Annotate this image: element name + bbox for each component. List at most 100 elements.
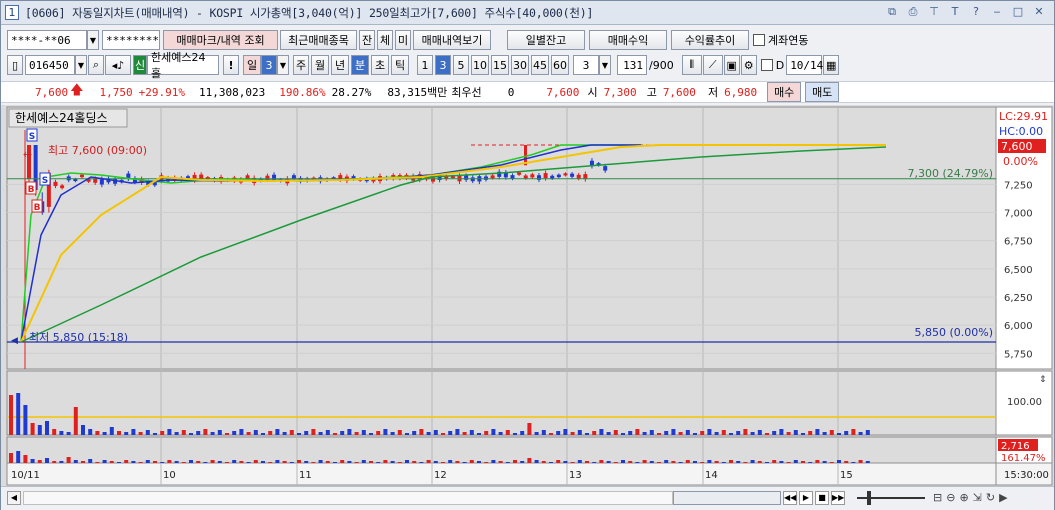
calendar-icon[interactable]: ▦: [823, 55, 840, 75]
price-tag: 7,600: [1001, 140, 1033, 153]
period-day-button[interactable]: 일: [243, 55, 261, 75]
volume-bar: [419, 429, 424, 435]
d-checkbox[interactable]: [760, 59, 773, 71]
volume-bar: [441, 433, 445, 435]
volume2-bar: [649, 461, 654, 463]
interval-button-5[interactable]: 5: [453, 55, 469, 75]
volume2-bar: [88, 459, 93, 463]
volume-bar: [304, 431, 309, 435]
fast-forward-icon[interactable]: ▶▶: [831, 491, 845, 505]
volume2-bar: [73, 460, 78, 463]
play-icon[interactable]: ▶: [799, 491, 813, 505]
che-button[interactable]: 체: [377, 30, 393, 50]
text-icon[interactable]: T: [948, 5, 962, 19]
scroll-left-icon[interactable]: ◀: [7, 491, 21, 505]
period-min-button[interactable]: 분: [351, 55, 369, 75]
return-trend-button[interactable]: 수익률추이: [671, 30, 749, 50]
period-sec-button[interactable]: 초: [371, 55, 389, 75]
period-month-button[interactable]: 월: [311, 55, 329, 75]
stock-name-field[interactable]: 한세예스24홀: [147, 51, 219, 80]
volume2-bar: [844, 461, 849, 463]
volume-bar: [95, 431, 100, 435]
chevron-down-icon[interactable]: ▼: [277, 55, 289, 75]
scroll-thumb[interactable]: [673, 491, 781, 505]
volume-bar: [549, 433, 553, 435]
date-field[interactable]: 10/14: [786, 55, 823, 75]
minimize-icon[interactable]: ‒: [990, 5, 1004, 19]
interval-button-1[interactable]: 1: [417, 55, 433, 75]
maximize-icon[interactable]: □: [1011, 5, 1025, 19]
account-select[interactable]: ****-**06: [7, 30, 87, 50]
zoom-out-icon[interactable]: ⊖: [946, 491, 955, 504]
password-field[interactable]: ********: [102, 30, 160, 50]
volume2-bar: [253, 460, 258, 463]
candle-icon[interactable]: ⫴: [681, 55, 702, 75]
search-icon[interactable]: ⌕: [88, 55, 104, 75]
interval-button-60[interactable]: 60: [551, 55, 569, 75]
close-icon[interactable]: ✕: [1032, 5, 1046, 19]
print-icon[interactable]: ⎙: [906, 5, 920, 19]
help-icon[interactable]: ?: [969, 5, 983, 19]
period-day-value[interactable]: 3: [261, 55, 277, 75]
volume-bar: [412, 431, 417, 435]
volume2-bar: [678, 462, 683, 463]
price-chart[interactable]: 7,2507,0006,7506,5006,2506,0005,750SSBB한…: [1, 105, 1054, 486]
volume-bar: [801, 433, 805, 435]
gear-icon[interactable]: ⚙: [740, 55, 757, 75]
save-icon[interactable]: ▣: [723, 55, 740, 75]
period-tick-button[interactable]: 틱: [391, 55, 409, 75]
link-icon[interactable]: ⧉: [885, 5, 899, 19]
layout-icon[interactable]: ▯: [7, 55, 23, 75]
interval-button-10[interactable]: 10: [471, 55, 489, 75]
candle-body: [517, 172, 522, 175]
zoom-slider-handle[interactable]: [867, 491, 871, 505]
recent-items-button[interactable]: 최근매매종목: [280, 30, 357, 50]
volume-bar: [750, 432, 755, 435]
zoom-fit-icon[interactable]: ⊟: [933, 491, 942, 504]
zoom-in-icon[interactable]: ⊕: [959, 491, 968, 504]
refresh-icon[interactable]: ↻: [986, 491, 995, 504]
chevron-down-icon[interactable]: ▼: [75, 55, 87, 75]
chevron-down-icon[interactable]: ▼: [87, 30, 99, 50]
sell-button[interactable]: 매도: [805, 82, 840, 102]
fast-back-icon[interactable]: ◀◀: [783, 491, 797, 505]
pin-icon[interactable]: ⊤: [927, 5, 941, 19]
stop-icon[interactable]: ■: [815, 491, 829, 505]
trendline-icon[interactable]: ⟋: [702, 55, 723, 75]
period-week-button[interactable]: 주: [293, 55, 309, 75]
y-tick-label: 7,000: [1004, 209, 1033, 220]
stock-code-field[interactable]: 016450: [25, 55, 75, 75]
trade-view-button[interactable]: 매매내역보기: [413, 30, 491, 50]
interval-value[interactable]: 3: [573, 55, 599, 75]
interval-button-45[interactable]: 45: [531, 55, 549, 75]
alert-icon[interactable]: !: [223, 55, 239, 75]
trade-mark-button[interactable]: 매매마크/내역 조회: [163, 30, 278, 50]
jan-button[interactable]: 잔: [359, 30, 375, 50]
period-year-button[interactable]: 년: [331, 55, 349, 75]
volume2-bar: [585, 461, 589, 463]
trade-profit-button[interactable]: 매매수익: [589, 30, 667, 50]
mi-button[interactable]: 미: [395, 30, 411, 50]
chart-area[interactable]: 7,250 7,000 6,750 6,500 6,250 6,000 5,750 S S B B 한…: [1, 105, 1054, 486]
volume-bar: [743, 429, 748, 435]
count-field[interactable]: 131: [617, 55, 647, 75]
volume-bar: [124, 432, 129, 435]
scroll-track[interactable]: [23, 491, 673, 505]
interval-button-3[interactable]: 3: [435, 55, 451, 75]
interval-button-15[interactable]: 15: [491, 55, 509, 75]
daily-balance-button[interactable]: 일별잔고: [507, 30, 585, 50]
volume-bar: [642, 432, 647, 435]
volume-bar: [844, 431, 849, 435]
scroll-right-icon[interactable]: ▶: [999, 491, 1007, 504]
expand-icon[interactable]: ⇲: [973, 491, 982, 504]
best-price: 7,600: [546, 85, 580, 99]
volume2-bar: [9, 453, 13, 463]
volume-bar: [837, 433, 841, 435]
chevron-down-icon[interactable]: ▼: [599, 55, 611, 75]
x-axis-label: 15: [840, 470, 853, 481]
sound-icon[interactable]: ◂♪: [105, 55, 131, 75]
volume-bar: [721, 430, 726, 435]
buy-button[interactable]: 매수: [767, 82, 802, 102]
interval-button-30[interactable]: 30: [511, 55, 529, 75]
account-link-checkbox[interactable]: [753, 34, 765, 46]
